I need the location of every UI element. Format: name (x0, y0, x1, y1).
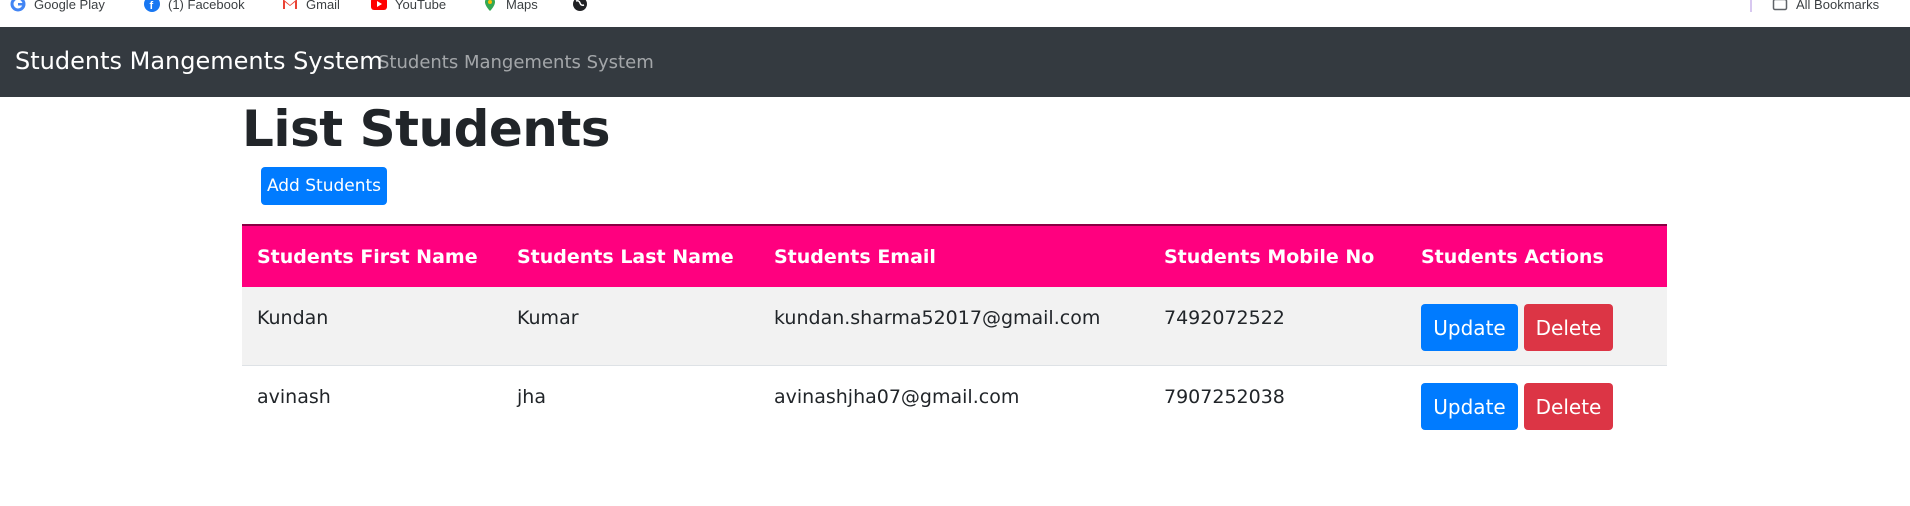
bookmark-facebook[interactable]: f (1) Facebook (144, 0, 245, 14)
globe-icon (573, 0, 587, 11)
all-bookmarks-label: All Bookmarks (1796, 0, 1880, 12)
email-text: avinashjha07@gmail.com (774, 386, 1020, 408)
navbar-brand[interactable]: Students Mangements System (15, 47, 383, 75)
update-button[interactable]: Update (1421, 304, 1518, 351)
cell-actions: Update Delete (1406, 365, 1667, 444)
bookmark-gmail[interactable]: Gmail (282, 0, 340, 14)
table-row: Kundan Kumar kundan.sharma52017@gmail.co… (242, 287, 1667, 366)
row-actions: Update Delete (1406, 287, 1667, 365)
navbar: Students Mangements System Students Mang… (0, 27, 1910, 97)
mobile-text: 7492072522 (1164, 307, 1285, 329)
row-actions: Update Delete (1406, 366, 1667, 444)
cell-actions: Update Delete (1406, 287, 1667, 366)
svg-text:f: f (150, 0, 154, 12)
table-row: avinash jha avinashjha07@gmail.com 79072… (242, 365, 1667, 444)
cell-last-name: Kumar (502, 287, 759, 366)
bookmark-google-play[interactable]: Google Play (10, 0, 105, 14)
add-students-button[interactable]: Add Students (261, 167, 387, 205)
cell-email: avinashjha07@gmail.com (759, 365, 1149, 444)
table-header-row: Students First Name Students Last Name S… (242, 224, 1667, 287)
youtube-icon (371, 0, 387, 10)
update-button[interactable]: Update (1421, 383, 1518, 430)
header-first-name: Students First Name (242, 224, 502, 287)
bookmark-youtube[interactable]: YouTube (371, 0, 446, 14)
bookmarks-bar: Google Play f (1) Facebook Gmail YouTube… (0, 0, 1910, 27)
students-table: Students First Name Students Last Name S… (242, 224, 1667, 444)
first-name-text: avinash (257, 386, 331, 408)
cell-mobile: 7907252038 (1149, 365, 1406, 444)
bookmark-label: YouTube (395, 0, 447, 12)
cell-last-name: jha (502, 365, 759, 444)
bookmark-maps[interactable]: Maps (482, 0, 538, 14)
gmail-icon (283, 0, 297, 9)
all-bookmarks[interactable]: All Bookmarks (1772, 0, 1879, 14)
cell-first-name: Kundan (242, 287, 502, 366)
cell-mobile: 7492072522 (1149, 287, 1406, 366)
page-title: List Students (242, 100, 611, 158)
delete-button[interactable]: Delete (1524, 383, 1613, 430)
maps-icon (485, 0, 495, 11)
bookmarks-separator (1750, 0, 1752, 12)
header-actions: Students Actions (1406, 224, 1667, 287)
header-last-name: Students Last Name (502, 224, 759, 287)
bookmark-label: Maps (506, 0, 538, 12)
google-icon (10, 0, 26, 12)
first-name-text: Kundan (257, 307, 329, 329)
bookmark-label: Google Play (34, 0, 105, 12)
last-name-text: Kumar (517, 307, 579, 329)
folder-icon (1772, 0, 1788, 11)
cell-first-name: avinash (242, 365, 502, 444)
delete-button[interactable]: Delete (1524, 304, 1613, 351)
facebook-icon: f (144, 0, 160, 12)
mobile-text: 7907252038 (1164, 386, 1285, 408)
nav-link-home[interactable]: Students Mangements System (378, 52, 654, 73)
cell-email: kundan.sharma52017@gmail.com (759, 287, 1149, 366)
header-email: Students Email (759, 224, 1149, 287)
email-text: kundan.sharma52017@gmail.com (774, 307, 1101, 329)
bookmark-globe[interactable] (572, 0, 596, 14)
table-header: Students First Name Students Last Name S… (242, 224, 1667, 287)
bookmark-label: (1) Facebook (168, 0, 245, 12)
bookmark-label: Gmail (306, 0, 340, 12)
header-mobile: Students Mobile No (1149, 224, 1406, 287)
last-name-text: jha (517, 386, 546, 408)
